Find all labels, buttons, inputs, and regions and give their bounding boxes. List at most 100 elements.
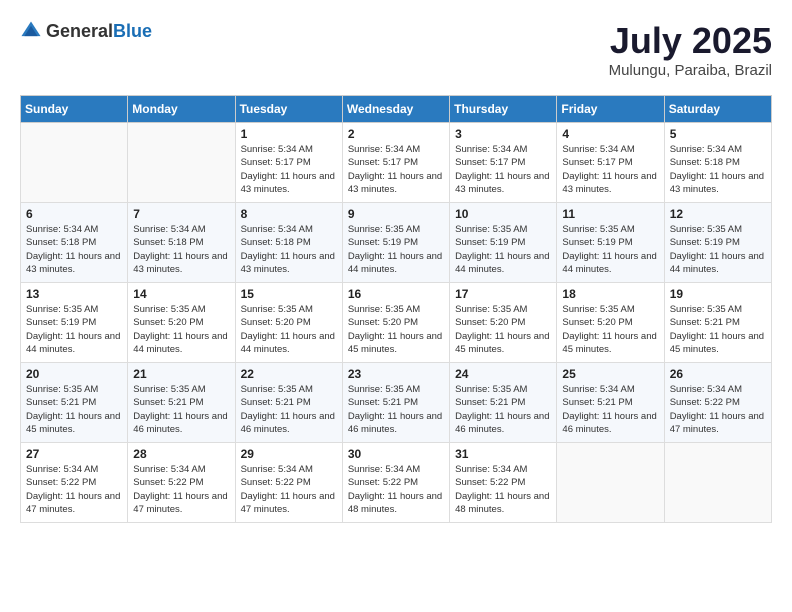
- calendar-cell: 9 Sunrise: 5:35 AM Sunset: 5:19 PM Daylig…: [342, 203, 449, 283]
- calendar-cell: 4Sunrise: 5:34 AM Sunset: 5:17 PM Daylig…: [557, 123, 664, 203]
- weekday-header-tuesday: Tuesday: [235, 96, 342, 123]
- day-detail: Sunrise: 5:34 AM Sunset: 5:18 PM Dayligh…: [670, 143, 766, 196]
- day-detail: Sunrise: 5:35 AM Sunset: 5:20 PM Dayligh…: [133, 303, 229, 356]
- day-detail: Sunrise: 5:34 AM Sunset: 5:22 PM Dayligh…: [670, 383, 766, 436]
- day-detail: Sunrise: 5:35 AM Sunset: 5:20 PM Dayligh…: [562, 303, 658, 356]
- day-detail: Sunrise: 5:34 AM Sunset: 5:18 PM Dayligh…: [241, 223, 337, 276]
- calendar-cell: 20 Sunrise: 5:35 AM Sunset: 5:21 PM Dayli…: [21, 363, 128, 443]
- day-number: 17: [455, 287, 551, 301]
- day-number: 27: [26, 447, 122, 461]
- week-row-5: 27 Sunrise: 5:34 AM Sunset: 5:22 PM Dayli…: [21, 443, 772, 523]
- day-number: 22: [241, 367, 337, 381]
- month-title: July 2025: [609, 20, 772, 62]
- day-number: 16: [348, 287, 444, 301]
- location-title: Mulungu, Paraiba, Brazil: [609, 62, 772, 79]
- day-detail: Sunrise: 5:34 AM Sunset: 5:17 PM Dayligh…: [348, 143, 444, 196]
- weekday-header-sunday: Sunday: [21, 96, 128, 123]
- logo-general: General: [46, 21, 113, 41]
- calendar-cell: 17 Sunrise: 5:35 AM Sunset: 5:20 PM Dayli…: [450, 283, 557, 363]
- day-detail: Sunrise: 5:35 AM Sunset: 5:19 PM Dayligh…: [455, 223, 551, 276]
- weekday-header-monday: Monday: [128, 96, 235, 123]
- day-detail: Sunrise: 5:35 AM Sunset: 5:21 PM Dayligh…: [26, 383, 122, 436]
- day-detail: Sunrise: 5:34 AM Sunset: 5:17 PM Dayligh…: [455, 143, 551, 196]
- weekday-header-friday: Friday: [557, 96, 664, 123]
- calendar-cell: 18 Sunrise: 5:35 AM Sunset: 5:20 PM Dayli…: [557, 283, 664, 363]
- week-row-3: 13 Sunrise: 5:35 AM Sunset: 5:19 PM Dayli…: [21, 283, 772, 363]
- calendar-cell: [664, 443, 771, 523]
- calendar-cell: 19Sunrise: 5:35 AM Sunset: 5:21 PM Dayli…: [664, 283, 771, 363]
- day-detail: Sunrise: 5:35 AM Sunset: 5:19 PM Dayligh…: [562, 223, 658, 276]
- calendar-cell: 23Sunrise: 5:35 AM Sunset: 5:21 PM Dayli…: [342, 363, 449, 443]
- week-row-1: 1 Sunrise: 5:34 AM Sunset: 5:17 PM Daylig…: [21, 123, 772, 203]
- calendar-cell: [128, 123, 235, 203]
- day-detail: Sunrise: 5:34 AM Sunset: 5:18 PM Dayligh…: [26, 223, 122, 276]
- page-header: GeneralBlue July 2025 Mulungu, Paraiba, …: [20, 20, 772, 79]
- calendar-cell: 27 Sunrise: 5:34 AM Sunset: 5:22 PM Dayli…: [21, 443, 128, 523]
- day-number: 9: [348, 207, 444, 221]
- day-detail: Sunrise: 5:35 AM Sunset: 5:21 PM Dayligh…: [455, 383, 551, 436]
- day-number: 18: [562, 287, 658, 301]
- calendar-cell: [557, 443, 664, 523]
- day-number: 11: [562, 207, 658, 221]
- day-detail: Sunrise: 5:34 AM Sunset: 5:22 PM Dayligh…: [241, 463, 337, 516]
- day-number: 8: [241, 207, 337, 221]
- day-detail: Sunrise: 5:34 AM Sunset: 5:22 PM Dayligh…: [455, 463, 551, 516]
- day-number: 12: [670, 207, 766, 221]
- day-detail: Sunrise: 5:35 AM Sunset: 5:20 PM Dayligh…: [348, 303, 444, 356]
- weekday-header-wednesday: Wednesday: [342, 96, 449, 123]
- day-number: 24: [455, 367, 551, 381]
- calendar-cell: 14Sunrise: 5:35 AM Sunset: 5:20 PM Dayli…: [128, 283, 235, 363]
- calendar-cell: 15 Sunrise: 5:35 AM Sunset: 5:20 PM Dayli…: [235, 283, 342, 363]
- day-detail: Sunrise: 5:34 AM Sunset: 5:18 PM Dayligh…: [133, 223, 229, 276]
- calendar-cell: 8 Sunrise: 5:34 AM Sunset: 5:18 PM Daylig…: [235, 203, 342, 283]
- day-number: 26: [670, 367, 766, 381]
- day-detail: Sunrise: 5:35 AM Sunset: 5:21 PM Dayligh…: [348, 383, 444, 436]
- calendar-cell: 5Sunrise: 5:34 AM Sunset: 5:18 PM Daylig…: [664, 123, 771, 203]
- day-detail: Sunrise: 5:35 AM Sunset: 5:21 PM Dayligh…: [241, 383, 337, 436]
- day-number: 4: [562, 127, 658, 141]
- day-detail: Sunrise: 5:34 AM Sunset: 5:22 PM Dayligh…: [26, 463, 122, 516]
- day-number: 25: [562, 367, 658, 381]
- day-number: 6: [26, 207, 122, 221]
- calendar-cell: 1 Sunrise: 5:34 AM Sunset: 5:17 PM Daylig…: [235, 123, 342, 203]
- weekday-header-thursday: Thursday: [450, 96, 557, 123]
- day-number: 19: [670, 287, 766, 301]
- week-row-4: 20 Sunrise: 5:35 AM Sunset: 5:21 PM Dayli…: [21, 363, 772, 443]
- calendar-cell: [21, 123, 128, 203]
- day-detail: Sunrise: 5:35 AM Sunset: 5:19 PM Dayligh…: [26, 303, 122, 356]
- day-number: 20: [26, 367, 122, 381]
- calendar-cell: 22 Sunrise: 5:35 AM Sunset: 5:21 PM Dayli…: [235, 363, 342, 443]
- calendar-cell: 6 Sunrise: 5:34 AM Sunset: 5:18 PM Daylig…: [21, 203, 128, 283]
- logo-icon: [20, 20, 42, 42]
- day-detail: Sunrise: 5:35 AM Sunset: 5:20 PM Dayligh…: [241, 303, 337, 356]
- title-block: July 2025 Mulungu, Paraiba, Brazil: [609, 20, 772, 79]
- logo-blue: Blue: [113, 21, 152, 41]
- day-number: 28: [133, 447, 229, 461]
- day-detail: Sunrise: 5:35 AM Sunset: 5:20 PM Dayligh…: [455, 303, 551, 356]
- day-number: 29: [241, 447, 337, 461]
- day-number: 7: [133, 207, 229, 221]
- calendar-cell: 13 Sunrise: 5:35 AM Sunset: 5:19 PM Dayli…: [21, 283, 128, 363]
- calendar-cell: 26 Sunrise: 5:34 AM Sunset: 5:22 PM Dayli…: [664, 363, 771, 443]
- calendar-table: SundayMondayTuesdayWednesdayThursdayFrid…: [20, 95, 772, 523]
- calendar-cell: 31Sunrise: 5:34 AM Sunset: 5:22 PM Dayli…: [450, 443, 557, 523]
- calendar-cell: 3Sunrise: 5:34 AM Sunset: 5:17 PM Daylig…: [450, 123, 557, 203]
- day-number: 15: [241, 287, 337, 301]
- calendar-cell: 30Sunrise: 5:34 AM Sunset: 5:22 PM Dayli…: [342, 443, 449, 523]
- day-detail: Sunrise: 5:34 AM Sunset: 5:21 PM Dayligh…: [562, 383, 658, 436]
- day-number: 30: [348, 447, 444, 461]
- calendar-cell: 28 Sunrise: 5:34 AM Sunset: 5:22 PM Dayli…: [128, 443, 235, 523]
- day-number: 2: [348, 127, 444, 141]
- day-number: 1: [241, 127, 337, 141]
- day-detail: Sunrise: 5:35 AM Sunset: 5:19 PM Dayligh…: [670, 223, 766, 276]
- calendar-cell: 24 Sunrise: 5:35 AM Sunset: 5:21 PM Dayli…: [450, 363, 557, 443]
- day-detail: Sunrise: 5:34 AM Sunset: 5:17 PM Dayligh…: [241, 143, 337, 196]
- day-number: 13: [26, 287, 122, 301]
- calendar-cell: 10 Sunrise: 5:35 AM Sunset: 5:19 PM Dayli…: [450, 203, 557, 283]
- calendar-cell: 29 Sunrise: 5:34 AM Sunset: 5:22 PM Dayli…: [235, 443, 342, 523]
- day-detail: Sunrise: 5:35 AM Sunset: 5:19 PM Dayligh…: [348, 223, 444, 276]
- day-detail: Sunrise: 5:34 AM Sunset: 5:22 PM Dayligh…: [133, 463, 229, 516]
- calendar-cell: 21Sunrise: 5:35 AM Sunset: 5:21 PM Dayli…: [128, 363, 235, 443]
- calendar-cell: 12 Sunrise: 5:35 AM Sunset: 5:19 PM Dayli…: [664, 203, 771, 283]
- day-number: 10: [455, 207, 551, 221]
